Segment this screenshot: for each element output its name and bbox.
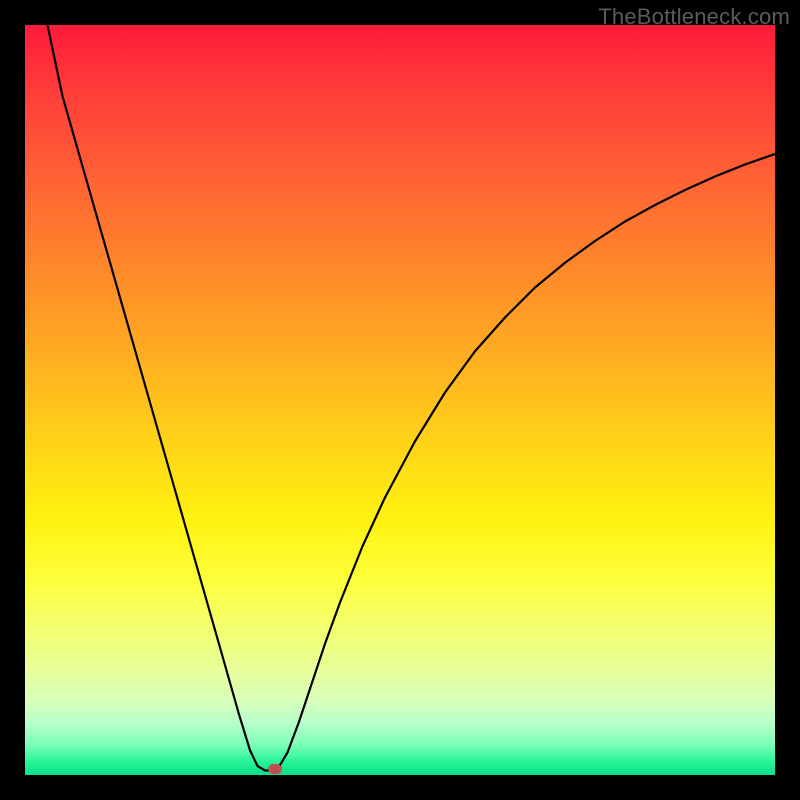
plot-area xyxy=(25,25,775,775)
curve-svg xyxy=(25,25,775,775)
optimal-point-marker xyxy=(268,764,282,774)
bottleneck-curve xyxy=(48,25,776,771)
chart-container: { "watermark": "TheBottleneck.com", "cha… xyxy=(0,0,800,800)
